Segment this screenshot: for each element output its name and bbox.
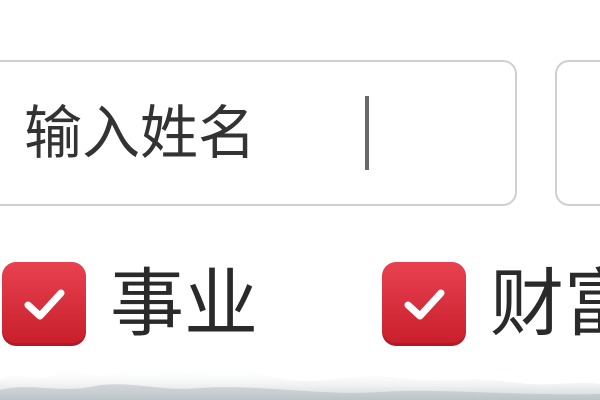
wealth-label: 财富 [490,261,600,347]
form-panel: 事业 财富 [0,0,600,400]
name-input[interactable] [24,62,494,204]
career-checkbox[interactable] [2,262,86,346]
wealth-checkbox[interactable] [382,262,466,346]
career-label: 事业 [110,261,258,347]
option-career[interactable]: 事业 [2,262,258,346]
text-caret [365,96,369,170]
checkmark-icon [24,289,65,320]
option-wealth[interactable]: 财富 [382,262,600,346]
name-field[interactable] [0,60,517,206]
ink-wash-decoration [0,367,600,400]
checkmark-icon [404,289,445,320]
second-field[interactable] [555,60,600,206]
